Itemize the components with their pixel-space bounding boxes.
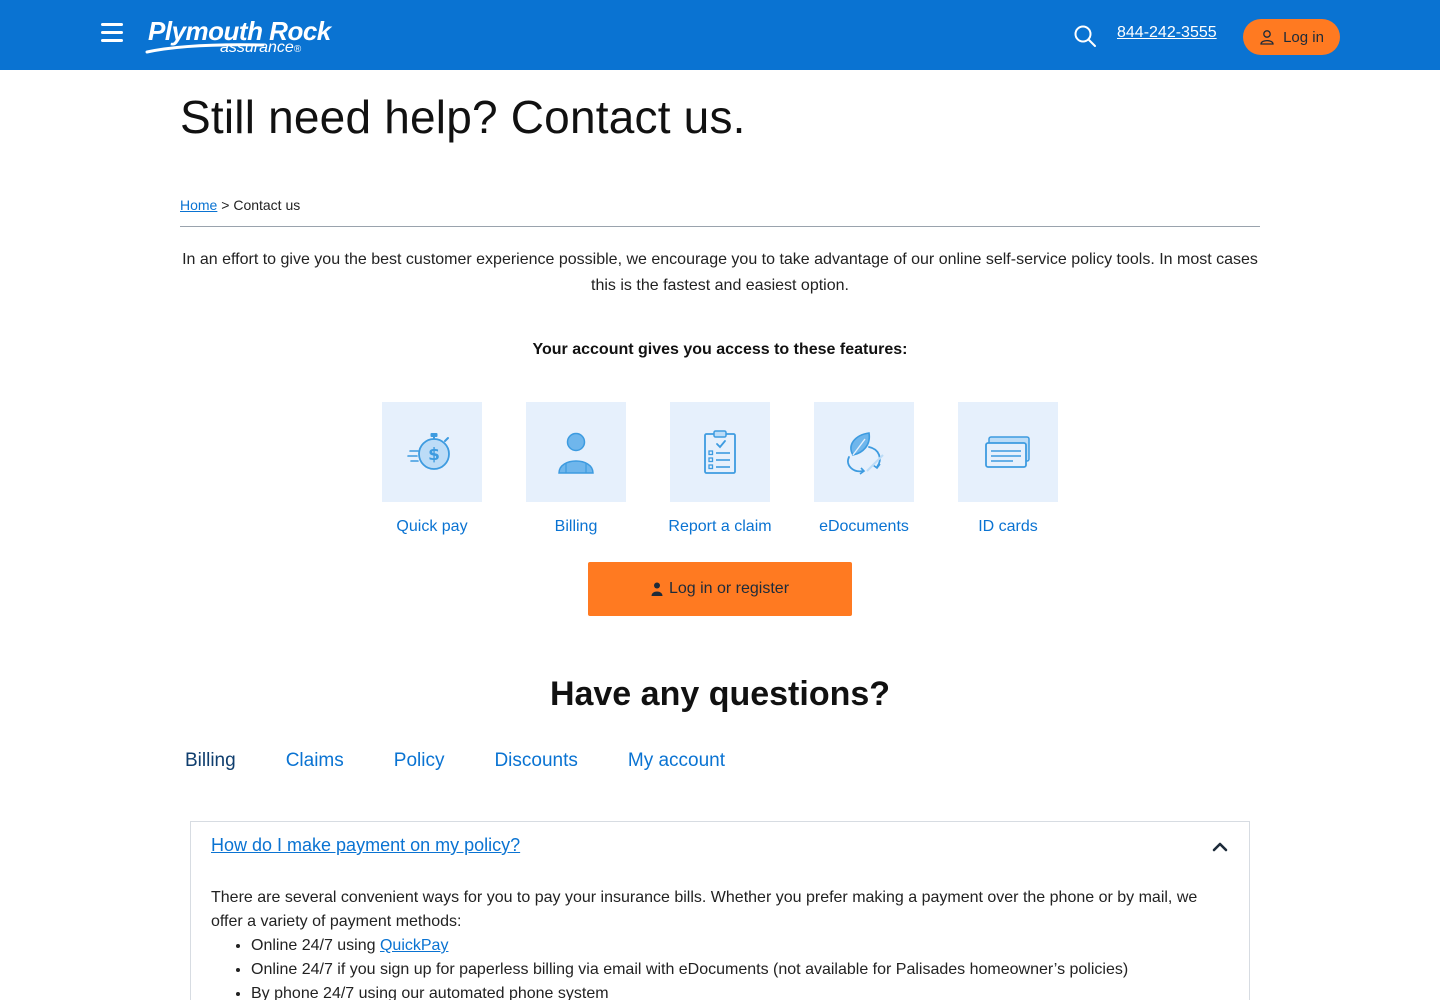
breadcrumb: Home > Contact us (180, 197, 300, 213)
hamburger-icon[interactable] (101, 23, 123, 45)
edocuments-tile[interactable] (814, 402, 914, 502)
clipboard-checklist-icon (704, 430, 736, 474)
login-label: Log in (1283, 28, 1324, 46)
person-icon (558, 432, 594, 474)
logo-registered-mark: ® (293, 44, 302, 55)
faq-tabs: Billing Claims Policy Discounts My accou… (185, 750, 775, 772)
stopwatch-dollar-icon: $ (407, 433, 450, 470)
tab-claims[interactable]: Claims (286, 750, 344, 772)
id-cards-link[interactable]: ID cards (928, 518, 1088, 536)
billing-tile[interactable] (526, 402, 626, 502)
intro-text: In an effort to give you the best custom… (182, 251, 1258, 294)
faq-answer: There are several convenient ways for yo… (211, 886, 1231, 1000)
faq-question-link[interactable]: How do I make payment on my policy? (211, 835, 520, 856)
list-item: By phone 24/7 using our automated phone … (251, 982, 1231, 1000)
billing-link[interactable]: Billing (496, 518, 656, 536)
quick-pay-link[interactable]: Quick pay (352, 518, 512, 536)
user-icon (651, 582, 663, 596)
breadcrumb-current: Contact us (233, 197, 301, 213)
leaf-recycle-icon (847, 432, 884, 475)
edocuments-link[interactable]: eDocuments (784, 518, 944, 536)
user-icon (1260, 30, 1274, 45)
questions-heading: Have any questions? (549, 675, 891, 713)
report-claim-link[interactable]: Report a claim (640, 518, 800, 536)
id-cards-icon (985, 436, 1030, 468)
payment-methods-list: Online 24/7 using QuickPay Online 24/7 i… (211, 934, 1231, 1000)
tab-policy[interactable]: Policy (394, 750, 445, 772)
logo-sub-text: assurance (220, 39, 294, 56)
features-heading: Your account gives you access to these f… (532, 341, 908, 358)
chevron-up-icon[interactable] (1212, 839, 1228, 855)
tab-billing[interactable]: Billing (185, 750, 236, 772)
svg-text:$: $ (428, 445, 440, 465)
breadcrumb-home-link[interactable]: Home (180, 197, 217, 213)
tab-my-account[interactable]: My account (628, 750, 725, 772)
list-item: Online 24/7 using QuickPay (251, 934, 1231, 958)
faq-accordion-item: How do I make payment on my policy? Ther… (190, 821, 1250, 1000)
header-login-button[interactable]: Log in (1243, 19, 1340, 55)
list-item-text: Online 24/7 using (251, 937, 380, 954)
top-navigation-bar: Plymouth Rock assurance® 844-242-3555 Lo… (0, 0, 1440, 70)
divider (180, 226, 1260, 227)
login-or-register-label: Log in or register (668, 580, 790, 597)
quickpay-link[interactable]: QuickPay (380, 937, 448, 954)
search-icon[interactable] (1073, 24, 1097, 48)
faq-answer-intro: There are several convenient ways for yo… (211, 889, 1198, 930)
breadcrumb-separator: > (221, 197, 230, 213)
tab-discounts[interactable]: Discounts (494, 750, 577, 772)
report-claim-tile[interactable] (670, 402, 770, 502)
login-or-register-button[interactable]: Log in or register (588, 562, 852, 616)
phone-number-link[interactable]: 844-242-3555 (1117, 24, 1217, 42)
plymouth-rock-logo[interactable]: Plymouth Rock assurance® (145, 16, 331, 58)
page-title: Still need help? Contact us. (180, 91, 746, 143)
id-cards-tile[interactable] (958, 402, 1058, 502)
quick-pay-tile[interactable]: $ (382, 402, 482, 502)
list-item: Online 24/7 if you sign up for paperless… (251, 958, 1231, 982)
